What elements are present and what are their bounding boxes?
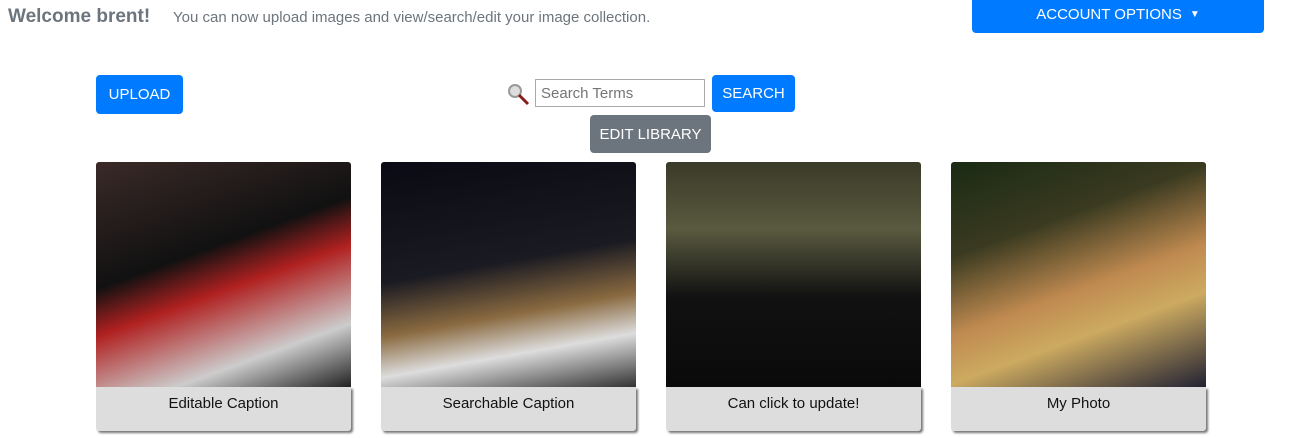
upload-button[interactable]: UPLOAD [96, 75, 183, 114]
welcome-subtitle: You can now upload images and view/searc… [173, 9, 651, 26]
edit-library-button[interactable]: EDIT LIBRARY [590, 115, 711, 153]
photo-group[interactable] [666, 162, 921, 387]
caret-down-icon: ▼ [1189, 9, 1200, 20]
photo-trombones[interactable] [951, 162, 1206, 387]
photo-drummer-stage[interactable] [381, 162, 636, 387]
photo-caption[interactable]: Searchable Caption [381, 387, 636, 431]
account-options-button[interactable]: ACCOUNT OPTIONS ▼ [972, 0, 1264, 33]
magnifier-icon [508, 84, 530, 106]
welcome-heading: Welcome brent! [8, 6, 151, 27]
photo-caption[interactable]: Editable Caption [96, 387, 351, 431]
photo-caption[interactable]: My Photo [951, 387, 1206, 431]
search-button[interactable]: SEARCH [712, 75, 795, 112]
search-input[interactable] [535, 79, 705, 107]
photo-caption[interactable]: Can click to update! [666, 387, 921, 431]
photo-card[interactable]: My Photo [951, 162, 1206, 431]
photo-card[interactable]: Searchable Caption [381, 162, 636, 431]
photo-drummer-red-jacket[interactable] [96, 162, 351, 387]
photo-card[interactable]: Editable Caption [96, 162, 351, 431]
account-label: ACCOUNT OPTIONS [1036, 6, 1182, 23]
photo-card[interactable]: Can click to update! [666, 162, 921, 431]
